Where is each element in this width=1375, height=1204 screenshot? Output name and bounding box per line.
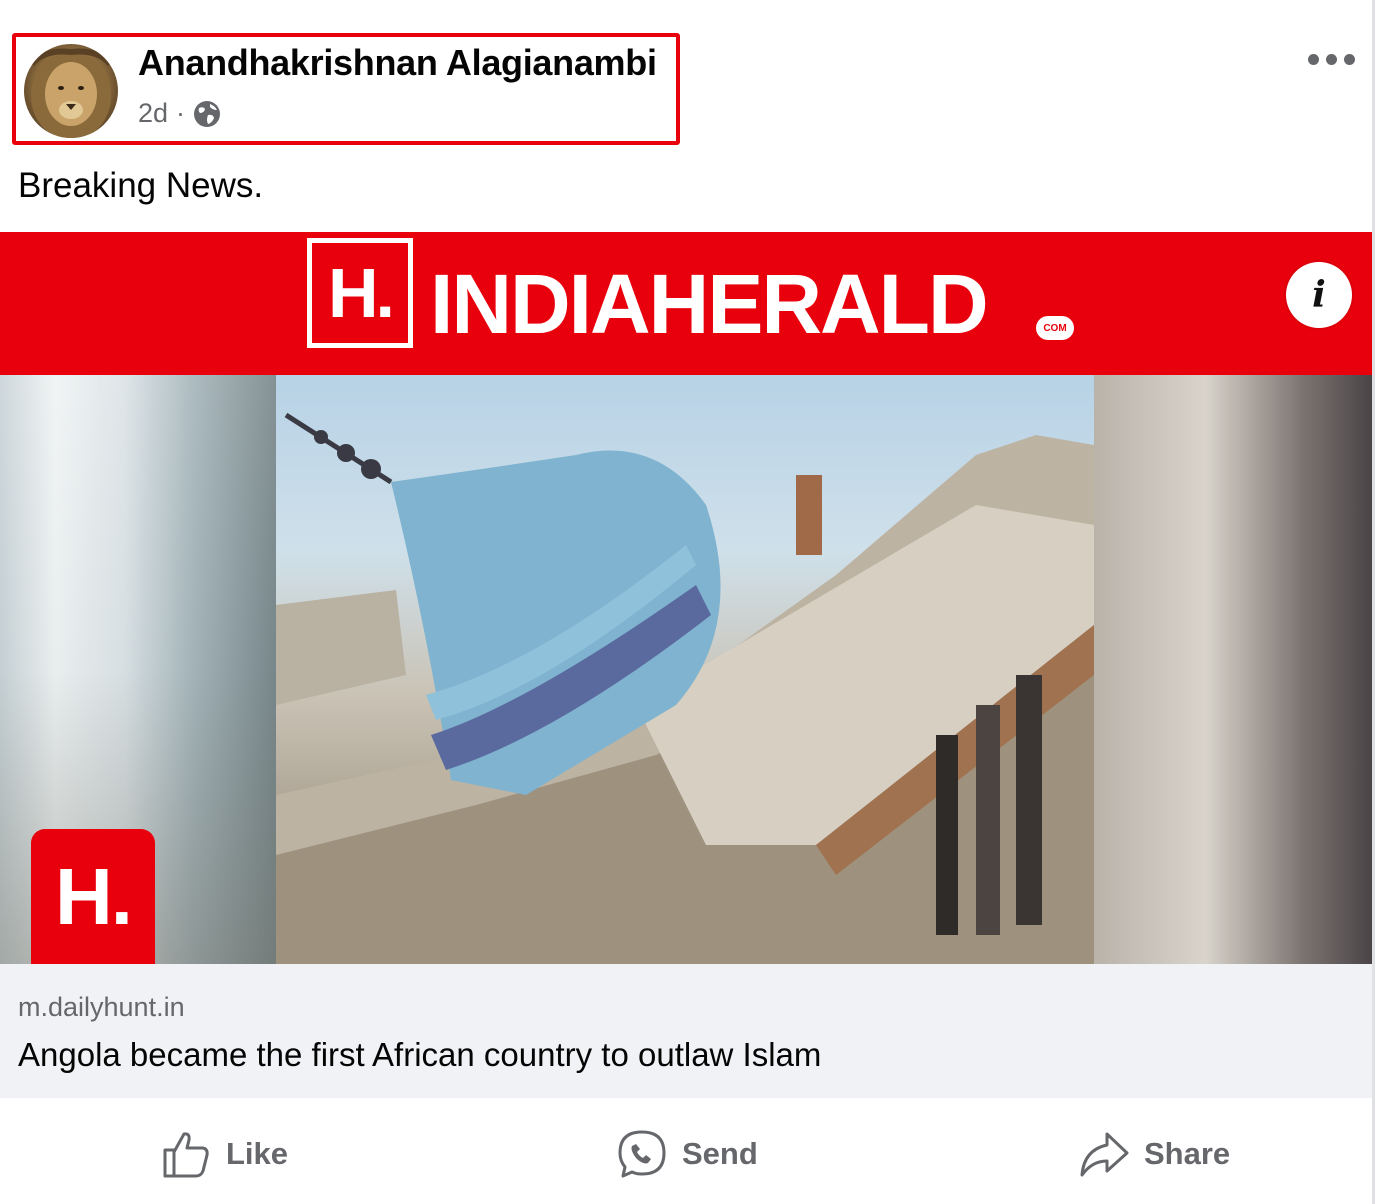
meta-separator: · [176, 98, 186, 128]
post-meta: 2d · [138, 98, 221, 129]
like-icon [163, 1132, 209, 1178]
like-button[interactable]: Like [160, 1126, 288, 1182]
share-button[interactable]: Share [1078, 1126, 1230, 1182]
brand-suffix: COM [1036, 316, 1074, 340]
link-preview[interactable]: m.dailyhunt.in Angola became the first A… [0, 964, 1372, 1098]
share-icon [1080, 1132, 1129, 1177]
lion-avatar-image [29, 48, 113, 138]
messenger-icon [618, 1130, 666, 1178]
post-time[interactable]: 2d [138, 98, 168, 129]
corner-brand-logo: H. [31, 829, 155, 964]
author-name[interactable]: Anandhakrishnan Alagianambi [138, 42, 657, 84]
rubble-dome-illustration [276, 412, 1094, 964]
info-icon[interactable]: i [1286, 262, 1352, 328]
more-options-icon[interactable] [1308, 46, 1360, 72]
link-domain: m.dailyhunt.in [18, 992, 185, 1022]
brand-logo-mark: H. [307, 238, 413, 348]
blurred-right-background [1094, 375, 1372, 964]
post-text: Breaking News. [18, 166, 264, 205]
more-dot [1326, 53, 1337, 65]
send-button[interactable]: Send [616, 1126, 758, 1182]
action-bar: Like Send Share [0, 1100, 1372, 1204]
author-avatar[interactable] [24, 44, 118, 138]
brand-logo-word: INDIAHERALD [430, 257, 989, 351]
brand-banner: H. INDIAHERALD COM i [0, 232, 1372, 375]
send-label: Send [682, 1136, 758, 1171]
share-label: Share [1144, 1136, 1231, 1171]
globe-icon[interactable] [193, 100, 221, 128]
like-label: Like [226, 1136, 289, 1171]
facebook-post: Anandhakrishnan Alagianambi 2d · Breakin… [0, 0, 1375, 1204]
more-dot [1308, 53, 1319, 65]
post-media[interactable]: H. INDIAHERALD COM i H. [0, 232, 1372, 964]
collapsed-mosque-photo [276, 375, 1094, 964]
more-dot [1344, 53, 1355, 65]
link-title[interactable]: Angola became the first African country … [18, 1036, 821, 1074]
